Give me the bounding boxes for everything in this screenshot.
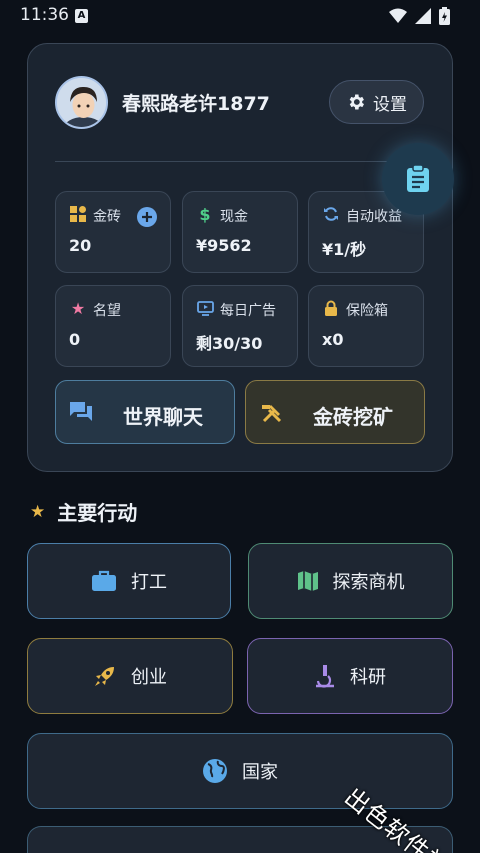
signal-icon — [415, 8, 431, 24]
startup-button[interactable]: 创业 — [27, 638, 233, 714]
country-label: 国家 — [242, 762, 278, 783]
clipboard-fab[interactable] — [382, 143, 454, 215]
settings-label: 设置 — [373, 94, 407, 115]
refresh-icon — [322, 205, 340, 223]
stat-label: 名望 — [93, 303, 121, 319]
rocket-icon — [95, 667, 114, 686]
star-icon: ★ — [70, 298, 86, 318]
stat-daily-ads: 每日广告 剩30/30 — [182, 285, 298, 367]
clipboard-icon — [407, 165, 429, 192]
wifi-icon — [389, 8, 407, 23]
country-button[interactable]: 国家 — [27, 733, 453, 809]
map-icon — [297, 571, 318, 591]
add-icon[interactable] — [137, 207, 157, 227]
tools-icon — [262, 405, 282, 423]
gold-mining-button[interactable]: 金砖挖矿 — [245, 380, 425, 444]
section-main-actions: ★ 主要行动 — [30, 497, 137, 526]
avatar[interactable] — [55, 76, 108, 129]
microscope-icon — [316, 665, 334, 688]
bricks-icon — [69, 205, 87, 223]
stat-value: 0 — [69, 330, 81, 349]
explore-button[interactable]: 探索商机 — [248, 543, 453, 619]
stat-label: 现金 — [220, 209, 248, 225]
lock-icon — [322, 299, 340, 317]
work-button[interactable]: 打工 — [27, 543, 231, 619]
battery-icon — [439, 7, 450, 25]
settings-button[interactable]: 设置 — [329, 80, 424, 124]
stat-gold-bricks: 金砖 20 — [55, 191, 171, 273]
startup-label: 创业 — [131, 667, 167, 688]
star-icon: ★ — [30, 501, 46, 522]
world-chat-label: 世界聊天 — [123, 405, 203, 429]
stat-label: 每日广告 — [220, 303, 276, 319]
dollar-icon: $ — [199, 204, 211, 224]
stat-label: 保险箱 — [346, 303, 388, 319]
status-bar: 11:36 A — [0, 0, 480, 32]
stat-fame: ★ 名望 0 — [55, 285, 171, 367]
username: 春熙路老许1877 — [122, 93, 270, 115]
stat-value: 剩30/30 — [196, 334, 263, 353]
stat-label: 金砖 — [93, 209, 121, 225]
explore-label: 探索商机 — [332, 572, 405, 593]
gear-icon — [349, 94, 364, 110]
globe-icon — [203, 759, 227, 783]
stat-label: 自动收益 — [346, 209, 402, 225]
chat-icon — [70, 402, 92, 421]
stat-value: x0 — [322, 330, 344, 349]
briefcase-icon — [92, 570, 116, 591]
work-label: 打工 — [131, 572, 167, 593]
notification-icon: A — [75, 9, 88, 23]
research-label: 科研 — [350, 667, 386, 688]
stat-value: ¥9562 — [196, 236, 252, 255]
stat-safe: 保险箱 x0 — [308, 285, 424, 367]
divider — [55, 161, 391, 162]
section-title: 主要行动 — [57, 501, 138, 525]
gold-mining-label: 金砖挖矿 — [313, 405, 393, 429]
stat-cash: $ 现金 ¥9562 — [182, 191, 298, 273]
world-chat-button[interactable]: 世界聊天 — [55, 380, 235, 444]
stat-value: ¥1/秒 — [322, 240, 367, 259]
status-time: 11:36 — [20, 5, 69, 25]
research-button[interactable]: 科研 — [247, 638, 453, 714]
status-icons — [389, 7, 450, 25]
tv-icon — [196, 299, 214, 317]
stat-value: 20 — [69, 236, 92, 255]
